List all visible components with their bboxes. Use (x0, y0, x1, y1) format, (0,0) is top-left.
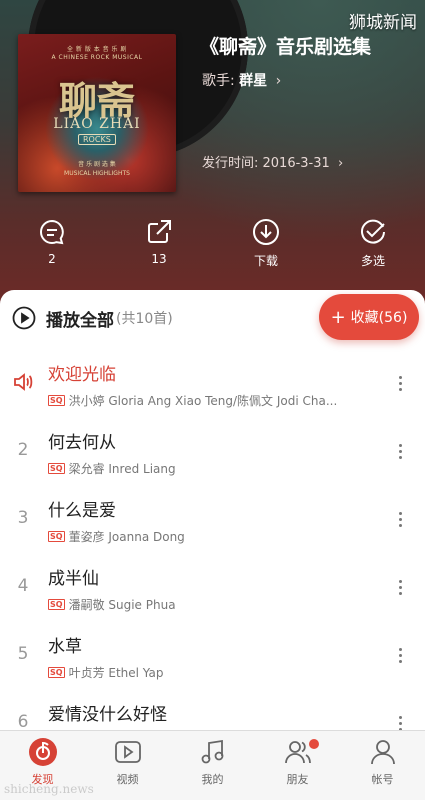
more-options-icon[interactable] (397, 580, 403, 598)
song-index: 5 (17, 644, 29, 664)
song-index: 2 (17, 440, 29, 460)
cover-bottom-text: 音 乐 剧 选 集 MUSICAL HIGHLIGHTS (64, 161, 130, 177)
tab-label: 我的 (201, 773, 224, 786)
music-icon (201, 739, 223, 764)
tab-friends[interactable]: 朋友 (255, 737, 340, 787)
sq-badge: SQ (48, 667, 65, 678)
song-row[interactable]: 3 什么是爱 SQ 董姿彦 Joanna Dong (0, 488, 425, 556)
song-index: 4 (17, 576, 29, 596)
tab-my-music[interactable]: 我的 (170, 737, 255, 787)
notification-dot (309, 739, 319, 749)
sq-badge: SQ (48, 531, 65, 542)
tab-video[interactable]: 视频 (85, 737, 170, 787)
cover-title-en: LIAO ZHAI (53, 116, 141, 132)
sq-badge: SQ (48, 395, 65, 406)
song-artist: SQ 潘嗣敬 Sugie Phua (48, 598, 176, 612)
release-date: 发行时间: 2016-3-31 (202, 156, 330, 171)
download-button[interactable]: 下载 (226, 218, 306, 269)
song-title: 何去何从 (48, 433, 116, 453)
share-button[interactable]: 13 (119, 218, 199, 266)
more-options-icon[interactable] (397, 444, 403, 462)
tab-label: 朋友 (286, 773, 309, 786)
song-title: 欢迎光临 (48, 365, 116, 385)
account-icon (370, 740, 395, 765)
song-list-card: 播放全部 (共10首) + 收藏(56) 欢迎光临 SQ 洪小婷 Gloria … (0, 290, 425, 730)
album-header: 全 新 版 本 音 乐 剧 A CHINESE ROCK MUSICAL 聊斋 … (0, 0, 425, 310)
song-title: 成半仙 (48, 569, 99, 589)
comment-icon (40, 219, 64, 245)
plus-icon: + (330, 306, 346, 328)
multiselect-button[interactable]: 多选 (333, 218, 413, 269)
song-row[interactable]: 5 水草 SQ 叶贞芳 Ethel Yap (0, 624, 425, 692)
sq-badge: SQ (48, 463, 65, 474)
song-artist: SQ 董姿彦 Joanna Dong (48, 530, 185, 544)
play-all-label: 播放全部 (46, 310, 114, 331)
song-title: 爱情没什么好怪 (48, 705, 167, 725)
sq-badge: SQ (48, 599, 65, 610)
cover-rocks: ROCKS (78, 134, 116, 145)
multiselect-icon (361, 219, 385, 244)
friends-icon (284, 741, 311, 764)
multiselect-label: 多选 (360, 254, 385, 268)
discover-icon (28, 738, 57, 766)
song-row[interactable]: 欢迎光临 SQ 洪小婷 Gloria Ang Xiao Teng/陈佩文 Jod… (0, 352, 425, 420)
song-title: 什么是爱 (48, 501, 116, 521)
song-artist: SQ 洪小婷 Gloria Ang Xiao Teng/陈佩文 Jodi Cha… (48, 394, 338, 408)
play-all-button[interactable]: 播放全部 (共10首) (12, 304, 173, 332)
more-options-icon[interactable] (397, 716, 403, 730)
singer-label: 歌手: (202, 73, 235, 89)
song-row[interactable]: 6 爱情没什么好怪 (0, 692, 425, 730)
share-icon (148, 220, 171, 243)
tab-account[interactable]: 帐号 (340, 737, 425, 787)
footer-watermark: shicheng.news (4, 782, 94, 796)
song-row[interactable]: 2 何去何从 SQ 梁允睿 Inred Liang (0, 420, 425, 488)
download-icon (253, 219, 279, 245)
song-index: 3 (17, 508, 29, 528)
release-date-link[interactable]: 发行时间: 2016-3-31 › (202, 152, 343, 171)
singer-link[interactable]: 歌手: 群星 › (202, 70, 281, 90)
album-cover[interactable]: 全 新 版 本 音 乐 剧 A CHINESE ROCK MUSICAL 聊斋 … (18, 34, 176, 192)
song-count: (共10首) (116, 311, 173, 327)
collect-button[interactable]: + 收藏(56) (319, 294, 419, 340)
more-options-icon[interactable] (397, 648, 403, 666)
song-title: 水草 (48, 637, 82, 657)
tab-discover[interactable]: 发现 (0, 737, 85, 787)
song-index: 6 (17, 712, 29, 730)
speaker-icon (10, 372, 36, 397)
song-artist: SQ 叶贞芳 Ethel Yap (48, 666, 164, 680)
tab-label: 帐号 (371, 773, 394, 786)
more-options-icon[interactable] (397, 376, 403, 394)
play-circle-icon (12, 306, 36, 330)
album-title: 《聊斋》音乐剧选集 (200, 36, 372, 58)
watermark: 狮城新闻 (349, 13, 417, 33)
tab-label: 视频 (116, 773, 139, 786)
chevron-right-icon: › (337, 156, 344, 171)
share-count: 13 (151, 252, 167, 266)
chevron-right-icon: › (275, 73, 282, 89)
comment-button[interactable]: 2 (12, 218, 92, 266)
song-artist: SQ 梁允睿 Inred Liang (48, 462, 176, 476)
cover-subtitle: 全 新 版 本 音 乐 剧 A CHINESE ROCK MUSICAL (51, 46, 143, 61)
comment-count: 2 (48, 252, 56, 266)
video-icon (114, 741, 141, 763)
singer-name: 群星 (239, 73, 268, 89)
more-options-icon[interactable] (397, 512, 403, 530)
collect-label: 收藏(56) (350, 310, 408, 326)
download-label: 下载 (253, 254, 278, 268)
action-bar: 2 13 下载 多选 (0, 218, 425, 278)
song-row[interactable]: 4 成半仙 SQ 潘嗣敬 Sugie Phua (0, 556, 425, 624)
